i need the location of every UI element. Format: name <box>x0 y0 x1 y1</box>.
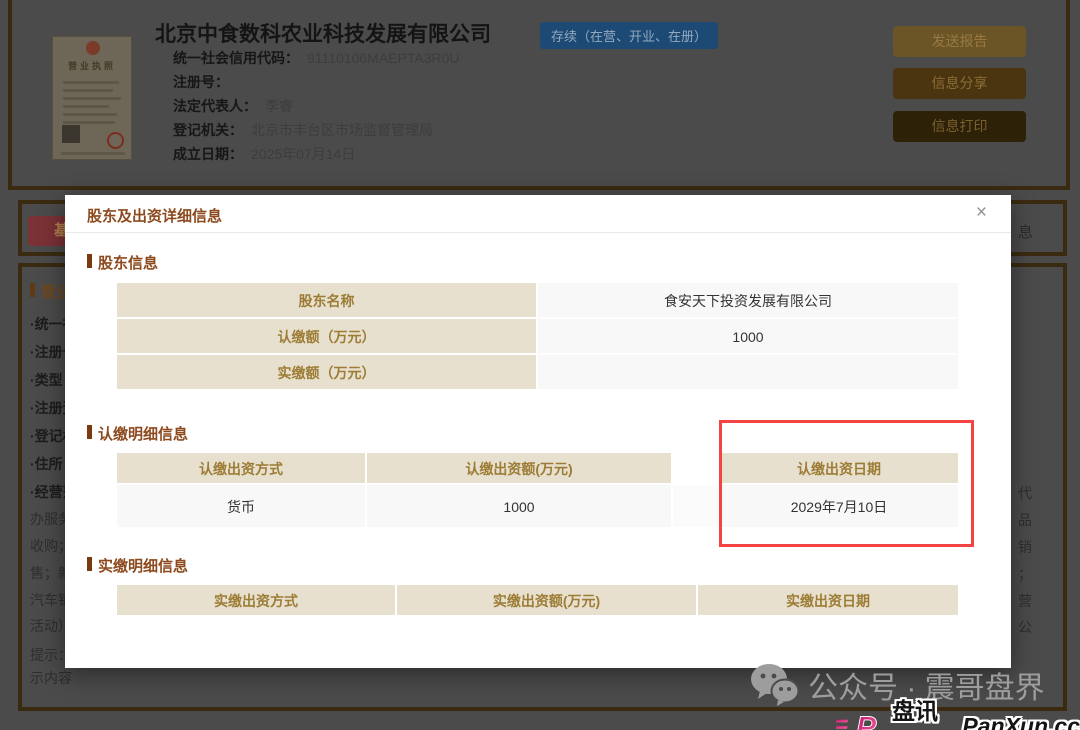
page: 营业执照 北京中食数科农业科技发展有限公司 存续（在营、开业、在册） 统一社会信… <box>0 0 1080 730</box>
company-name: 北京中食数科农业科技发展有限公司 <box>155 18 491 48</box>
table-row: 实缴额（万元） <box>117 355 958 391</box>
share-info-button[interactable]: 信息分享 <box>893 68 1026 99</box>
modal-header: 股东及出资详细信息 × <box>65 195 1011 233</box>
print-info-button[interactable]: 信息打印 <box>893 111 1026 142</box>
shareholder-section-title: 股东信息 <box>87 252 158 273</box>
site-name: 盘讯网 <box>892 692 954 730</box>
field-credit-code: 统一社会信用代码：91110106MAEPTA3R0U <box>173 48 460 68</box>
shareholder-detail-modal: 股东及出资详细信息 × 股东信息 股东名称 食安天下投资发展有限公司 认缴额（万… <box>65 195 1011 668</box>
highlight-red-box <box>719 420 974 547</box>
wechat-icon <box>750 663 800 707</box>
subscribed-section-title: 认缴明细信息 <box>87 423 188 444</box>
table-header-row: 实缴出资方式 实缴出资额(万元) 实缴出资日期 <box>117 585 958 617</box>
license-title: 营业执照 <box>53 59 131 72</box>
svg-text:P: P <box>856 710 877 730</box>
paid-table: 实缴出资方式 实缴出资额(万元) 实缴出资日期 <box>117 585 958 617</box>
send-report-button[interactable]: 发送报告 <box>893 26 1026 57</box>
field-establish-date: 成立日期：2025年07月14日 <box>173 144 355 164</box>
tab-partial-label[interactable]: 息 <box>1018 221 1033 242</box>
shareholder-table: 股东名称 食安天下投资发展有限公司 认缴额（万元） 1000 实缴额（万元） <box>117 283 958 391</box>
edge-char: ； <box>1018 564 1032 584</box>
business-license-thumbnail[interactable]: 营业执照 <box>52 36 132 160</box>
edge-char: 销 <box>1018 537 1032 557</box>
license-qr-code <box>62 125 80 143</box>
edge-char: 公 <box>1018 617 1032 637</box>
table-row: 认缴额（万元） 1000 <box>117 319 958 355</box>
field-reg-number: 注册号： <box>173 72 237 92</box>
close-icon[interactable]: × <box>976 202 987 224</box>
edge-char: 代 <box>1018 483 1032 503</box>
panxun-logo-icon: P <box>836 707 892 730</box>
edge-char: 营 <box>1018 591 1032 611</box>
field-legal-rep: 法定代表人：李睿 <box>173 96 293 116</box>
edge-char: 品 <box>1018 510 1032 530</box>
table-row: 股东名称 食安天下投资发展有限公司 <box>117 283 958 319</box>
field-reg-authority: 登记机关：北京市丰台区市场监督管理局 <box>173 120 433 140</box>
modal-title: 股东及出资详细信息 <box>87 205 222 226</box>
national-emblem-icon <box>86 41 100 55</box>
site-domain: PanXun.cc <box>962 713 1080 730</box>
status-badge: 存续（在营、开业、在册） <box>540 22 718 49</box>
license-red-seal <box>107 132 124 149</box>
panxun-watermark: P 盘讯网 PanXun.cc <box>836 692 1080 730</box>
paid-section-title: 实缴明细信息 <box>87 555 188 576</box>
